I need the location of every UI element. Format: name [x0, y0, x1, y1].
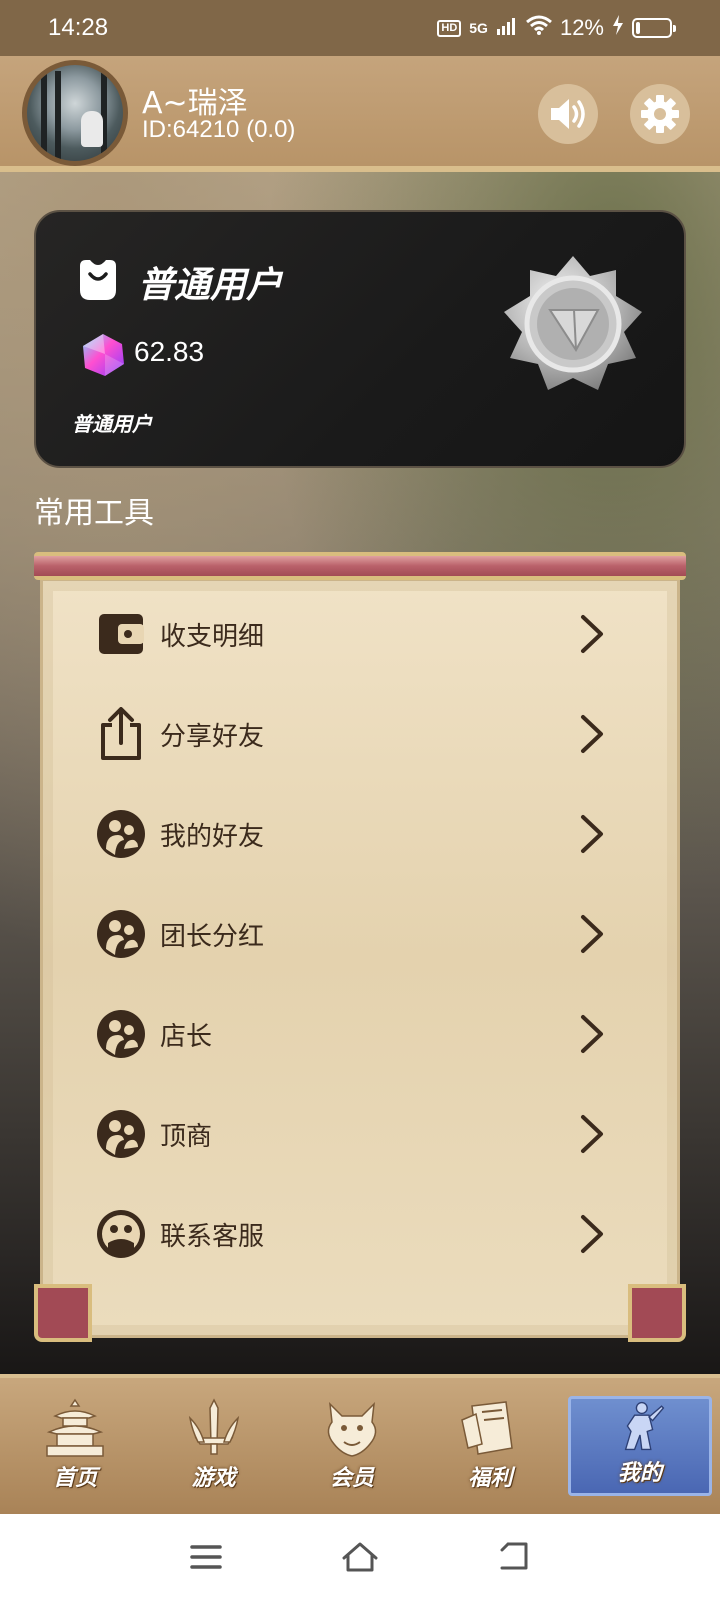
- menu-item-store-manager[interactable]: 店长: [40, 984, 680, 1084]
- network-label: 5G: [469, 20, 488, 36]
- back-icon: [500, 1542, 528, 1570]
- nav-games[interactable]: 游戏: [144, 1378, 282, 1514]
- bag-icon: [80, 260, 116, 300]
- bottom-nav: 首页 游戏 会员 福利 我的: [0, 1374, 720, 1514]
- speaker-icon: [551, 99, 585, 129]
- nav-label: 会员: [330, 1466, 375, 1491]
- nav-membership[interactable]: 会员: [283, 1378, 421, 1514]
- service-icon: [96, 1209, 146, 1259]
- sword-icon: [188, 1398, 239, 1455]
- scroll-corner-left: [34, 1284, 92, 1342]
- friends-icon: [96, 1109, 146, 1159]
- menu-icon: [190, 1545, 222, 1569]
- menu-item-label: 我的好友: [160, 821, 265, 852]
- warrior-icon: [624, 1401, 665, 1451]
- menu-item-label: 店长: [160, 1021, 213, 1052]
- menu-item-label: 分享好友: [160, 721, 265, 752]
- back-button[interactable]: [492, 1537, 536, 1577]
- menu-item-leader-dividend[interactable]: 团长分红: [40, 884, 680, 984]
- wifi-icon: [525, 15, 552, 41]
- nav-label: 福利: [468, 1466, 513, 1491]
- tools-list: 收支明细 分享好友 我的好友 团长分红 店长 顶商 联系客服: [40, 584, 680, 1284]
- hd-badge: HD: [437, 19, 462, 37]
- home-button[interactable]: [338, 1537, 382, 1577]
- scroll-corner-right: [628, 1284, 686, 1342]
- points-value: 62.83: [134, 336, 205, 367]
- friends-icon: [96, 809, 146, 859]
- friends-icon: [96, 1009, 146, 1059]
- tools-heading: 常用工具: [34, 496, 154, 531]
- battery-percent: 12%: [559, 15, 604, 40]
- profile-header: A~瑞泽 ID:64210 (0.0): [0, 56, 720, 172]
- menu-item-label: 团长分红: [160, 921, 265, 952]
- menu-item-share-friends[interactable]: 分享好友: [40, 684, 680, 784]
- nav-benefits[interactable]: 福利: [421, 1378, 559, 1514]
- menu-item-label: 联系客服: [160, 1221, 265, 1252]
- tier-subtitle: 普通用户: [72, 412, 152, 436]
- menu-item-label: 顶商: [160, 1121, 213, 1152]
- recent-apps-button[interactable]: [184, 1537, 228, 1577]
- charging-icon: [612, 15, 624, 41]
- menu-item-customer-service[interactable]: 联系客服: [40, 1184, 680, 1284]
- nav-label: 我的: [617, 1461, 662, 1486]
- chevron-right-icon: [572, 912, 612, 956]
- member-card[interactable]: 普通用户 62.83 普通用户: [34, 210, 686, 468]
- battery-level: [636, 22, 640, 34]
- chevron-right-icon: [572, 812, 612, 856]
- chevron-right-icon: [572, 612, 612, 656]
- status-time: 14:28: [48, 14, 109, 41]
- chevron-right-icon: [572, 1012, 612, 1056]
- menu-item-my-friends[interactable]: 我的好友: [40, 784, 680, 884]
- system-nav: [0, 1514, 720, 1600]
- silver-medal-icon: [504, 256, 642, 390]
- menu-item-label: 收支明细: [160, 621, 265, 652]
- scroll-top-bar: [34, 552, 686, 580]
- settings-button[interactable]: [630, 84, 690, 144]
- gem-icon: [83, 334, 124, 376]
- avatar[interactable]: [22, 60, 128, 166]
- wallet-icon: [96, 609, 146, 659]
- battery-icon: [632, 18, 676, 38]
- friends-icon: [96, 909, 146, 959]
- nav-label: 游戏: [191, 1466, 236, 1491]
- card-icon: [461, 1401, 514, 1455]
- menu-item-top-merchant[interactable]: 顶商: [40, 1084, 680, 1184]
- nav-mine[interactable]: 我的: [567, 1396, 713, 1496]
- menu-item-income-expense[interactable]: 收支明细: [40, 584, 680, 684]
- tier-title: 普通用户: [138, 265, 283, 306]
- chevron-right-icon: [572, 1112, 612, 1156]
- nav-label: 首页: [53, 1466, 98, 1491]
- share-icon: [96, 707, 146, 760]
- nav-home[interactable]: 首页: [6, 1378, 144, 1514]
- home-icon: [342, 1542, 378, 1572]
- signal-icon: [496, 15, 518, 41]
- pagoda-icon: [46, 1398, 104, 1457]
- chevron-right-icon: [572, 712, 612, 756]
- gear-icon: [641, 95, 679, 133]
- status-bar: 14:28 HD 5G 12%: [0, 0, 720, 56]
- user-id: ID:64210 (0.0): [142, 116, 296, 143]
- status-indicators: HD 5G 12%: [437, 15, 676, 41]
- dragon-icon: [327, 1401, 377, 1457]
- chevron-right-icon: [572, 1212, 612, 1256]
- sound-button[interactable]: [538, 84, 598, 144]
